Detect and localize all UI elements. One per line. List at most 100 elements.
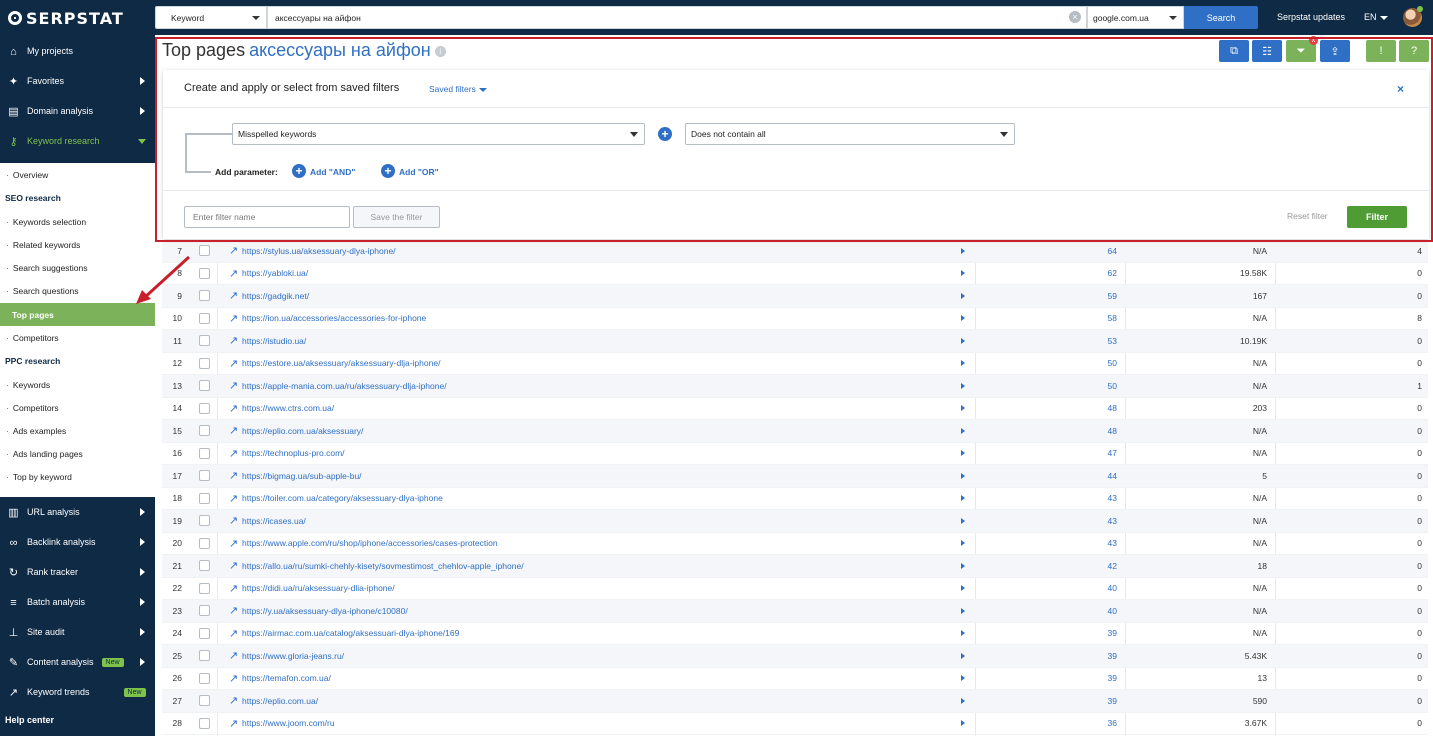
page-url-link[interactable]: https://technoplus-pro.com/ — [242, 448, 345, 458]
submenu-item-seo-competitors[interactable]: · Competitors — [0, 326, 155, 349]
row-checkbox[interactable] — [199, 245, 210, 257]
expand-row-icon[interactable] — [961, 720, 965, 727]
keywords-count-link[interactable]: 59 — [982, 291, 1117, 301]
submenu-item-search-questions[interactable]: · Search questions — [0, 279, 155, 302]
search-type-select[interactable]: Keyword — [155, 6, 267, 29]
expand-row-icon[interactable] — [961, 427, 965, 434]
row-checkbox[interactable] — [199, 650, 210, 662]
external-link-icon[interactable]: ↗ — [229, 649, 238, 662]
row-checkbox[interactable] — [199, 402, 210, 414]
sidebar-item-favorites[interactable]: ✦ Favorites — [0, 66, 155, 96]
keywords-count-link[interactable]: 39 — [982, 696, 1117, 706]
page-url-link[interactable]: https://eplio.com.ua/ — [242, 696, 318, 706]
row-checkbox[interactable] — [199, 537, 210, 549]
page-url-link[interactable]: https://temafon.com.ua/ — [242, 673, 331, 683]
keywords-count-link[interactable]: 43 — [982, 493, 1117, 503]
page-url-link[interactable]: https://www.ctrs.com.ua/ — [242, 403, 334, 413]
page-url-link[interactable]: https://didi.ua/ru/aksessuary-dlia-iphon… — [242, 583, 395, 593]
sidebar-item-my-projects[interactable]: ⌂ My projects — [0, 36, 155, 66]
expand-row-icon[interactable] — [961, 472, 965, 479]
row-checkbox[interactable] — [199, 267, 210, 279]
keywords-count-link[interactable]: 39 — [982, 651, 1117, 661]
row-checkbox[interactable] — [199, 515, 210, 527]
page-url-link[interactable]: https://ion.ua/accessories/accessories-f… — [242, 313, 426, 323]
expand-row-icon[interactable] — [961, 697, 965, 704]
page-url-link[interactable]: https://istudio.ua/ — [242, 336, 306, 346]
keywords-count-link[interactable]: 64 — [982, 246, 1117, 256]
page-url-link[interactable]: https://bigmag.ua/sub-apple-bu/ — [242, 471, 362, 481]
language-select[interactable]: EN — [1364, 12, 1388, 22]
search-button[interactable]: Search — [1184, 6, 1258, 29]
external-link-icon[interactable]: ↗ — [229, 267, 238, 280]
expand-row-icon[interactable] — [961, 315, 965, 322]
row-checkbox[interactable] — [199, 290, 210, 302]
search-engine-select[interactable]: google.com.ua — [1087, 6, 1184, 29]
page-url-link[interactable]: https://eplio.com.ua/aksessuary/ — [242, 426, 363, 436]
external-link-icon[interactable]: ↗ — [229, 357, 238, 370]
row-checkbox[interactable] — [199, 312, 210, 324]
external-link-icon[interactable]: ↗ — [229, 492, 238, 505]
expand-row-icon[interactable] — [961, 540, 965, 547]
expand-row-icon[interactable] — [961, 517, 965, 524]
submenu-item-overview[interactable]: · Overview — [0, 163, 155, 186]
expand-row-icon[interactable] — [961, 270, 965, 277]
help-center-link[interactable]: Help center — [5, 715, 54, 725]
keywords-count-link[interactable]: 43 — [982, 516, 1117, 526]
row-checkbox[interactable] — [199, 335, 210, 347]
expand-row-icon[interactable] — [961, 607, 965, 614]
page-url-link[interactable]: https://www.joom.com/ru — [242, 718, 335, 728]
keywords-count-link[interactable]: 62 — [982, 268, 1117, 278]
keywords-count-link[interactable]: 36 — [982, 718, 1117, 728]
external-link-icon[interactable]: ↗ — [229, 672, 238, 685]
keywords-count-link[interactable]: 39 — [982, 628, 1117, 638]
keywords-count-link[interactable]: 43 — [982, 538, 1117, 548]
external-link-icon[interactable]: ↗ — [229, 379, 238, 392]
keywords-count-link[interactable]: 40 — [982, 583, 1117, 593]
page-url-link[interactable]: https://apple-mania.com.ua/ru/aksessuary… — [242, 381, 447, 391]
row-checkbox[interactable] — [199, 447, 210, 459]
external-link-icon[interactable]: ↗ — [229, 469, 238, 482]
submenu-item-ads-examples[interactable]: · Ads examples — [0, 419, 155, 442]
keywords-count-link[interactable]: 58 — [982, 313, 1117, 323]
external-link-icon[interactable]: ↗ — [229, 334, 238, 347]
sidebar-item-rank-tracker[interactable]: ↻ Rank tracker — [0, 557, 155, 587]
keywords-count-link[interactable]: 40 — [982, 606, 1117, 616]
page-url-link[interactable]: https://www.apple.com/ru/shop/iphone/acc… — [242, 538, 498, 548]
submenu-item-ppc-keywords[interactable]: · Keywords — [0, 373, 155, 396]
sidebar-item-content-analysis[interactable]: ✎ Content analysis New — [0, 647, 155, 677]
sidebar-item-url-analysis[interactable]: ▥ URL analysis — [0, 497, 155, 527]
submenu-item-related-keywords[interactable]: · Related keywords — [0, 233, 155, 256]
external-link-icon[interactable]: ↗ — [229, 694, 238, 707]
clear-search-icon[interactable]: × — [1069, 11, 1081, 23]
keywords-count-link[interactable]: 50 — [982, 358, 1117, 368]
page-url-link[interactable]: https://toiler.com.ua/category/aksessuar… — [242, 493, 443, 503]
external-link-icon[interactable]: ↗ — [229, 514, 238, 527]
keywords-count-link[interactable]: 42 — [982, 561, 1117, 571]
page-url-link[interactable]: https://y.ua/aksessuary-dlya-iphone/c100… — [242, 606, 408, 616]
row-checkbox[interactable] — [199, 380, 210, 392]
keywords-count-link[interactable]: 39 — [982, 673, 1117, 683]
row-checkbox[interactable] — [199, 560, 210, 572]
serpstat-updates-link[interactable]: Serpstat updates — [1277, 12, 1345, 22]
expand-row-icon[interactable] — [961, 247, 965, 254]
submenu-item-ppc-competitors[interactable]: · Competitors — [0, 396, 155, 419]
external-link-icon[interactable]: ↗ — [229, 559, 238, 572]
keywords-count-link[interactable]: 48 — [982, 426, 1117, 436]
external-link-icon[interactable]: ↗ — [229, 312, 238, 325]
external-link-icon[interactable]: ↗ — [229, 717, 238, 730]
expand-row-icon[interactable] — [961, 562, 965, 569]
page-url-link[interactable]: https://estore.ua/aksessuary/aksessuary-… — [242, 358, 440, 368]
expand-row-icon[interactable] — [961, 337, 965, 344]
row-checkbox[interactable] — [199, 672, 210, 684]
keywords-count-link[interactable]: 50 — [982, 381, 1117, 391]
search-input[interactable]: аксессуары на айфон — [267, 6, 1087, 29]
sidebar-item-backlink-analysis[interactable]: ∞ Backlink analysis — [0, 527, 155, 557]
external-link-icon[interactable]: ↗ — [229, 537, 238, 550]
sidebar-item-keyword-trends[interactable]: ↗ Keyword trends New — [0, 677, 155, 707]
external-link-icon[interactable]: ↗ — [229, 604, 238, 617]
expand-row-icon[interactable] — [961, 360, 965, 367]
keywords-count-link[interactable]: 47 — [982, 448, 1117, 458]
expand-row-icon[interactable] — [961, 675, 965, 682]
page-url-link[interactable]: https://gadgik.net/ — [242, 291, 309, 301]
row-checkbox[interactable] — [199, 357, 210, 369]
